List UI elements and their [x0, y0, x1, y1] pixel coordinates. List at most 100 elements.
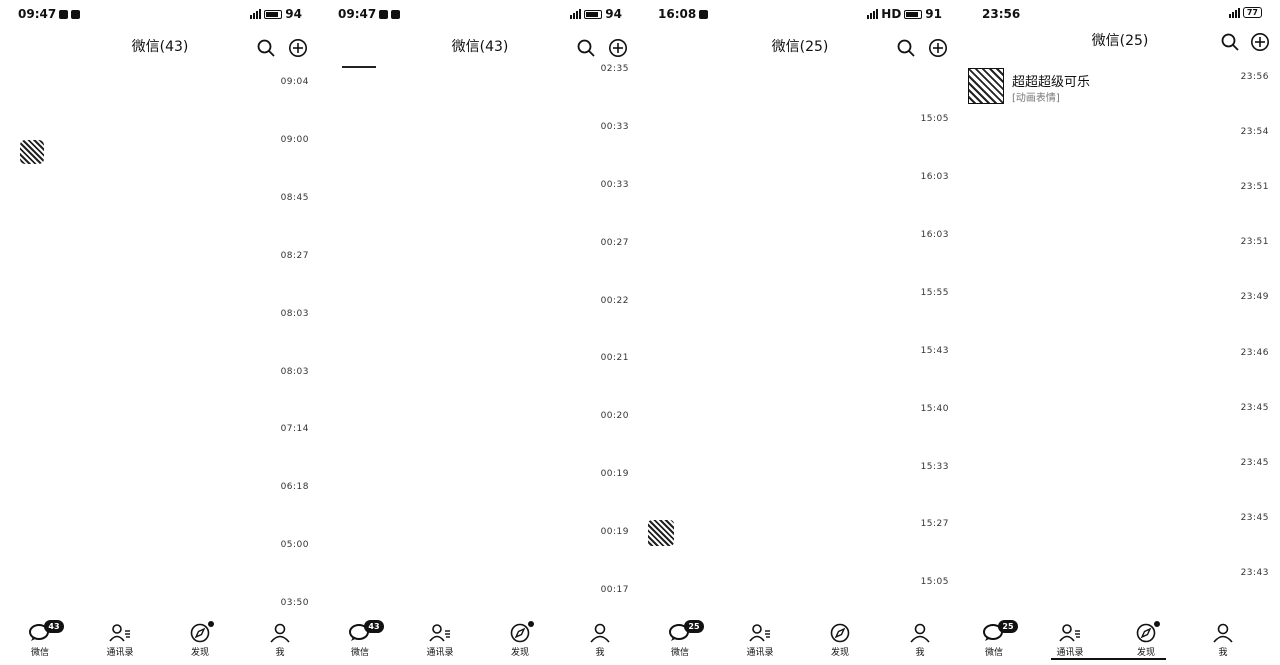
tab-label: 我 [915, 648, 925, 658]
search-icon[interactable] [1220, 32, 1240, 52]
header: 微信(25) [960, 30, 1280, 54]
tab-chats[interactable]: 25 微信 [964, 620, 1024, 658]
chat-time: 08:27 [280, 251, 309, 261]
unread-badge: 43 [364, 620, 384, 633]
chat-time: 16:03 [920, 230, 949, 240]
tab-label: 我 [1218, 648, 1228, 658]
chat-time: 07:14 [280, 424, 309, 434]
tab-contacts[interactable]: 通讯录 [730, 623, 790, 658]
tab-label: 微信 [984, 648, 1003, 658]
chat-time: 23:45 [1240, 403, 1269, 413]
battery-icon [584, 9, 603, 19]
chat-time: 15:55 [920, 288, 949, 298]
person-icon [270, 623, 290, 643]
search-icon[interactable] [896, 38, 916, 58]
tab-contacts[interactable]: 通讯录 [410, 623, 470, 658]
chat-time: 16:03 [920, 172, 949, 182]
add-icon[interactable] [608, 38, 628, 58]
add-icon[interactable] [928, 38, 948, 58]
tab-label: 通讯录 [746, 648, 774, 658]
contacts-icon [109, 624, 130, 642]
chat-time: 23:56 [1240, 72, 1269, 82]
tab-discover[interactable]: 发现 [490, 621, 550, 658]
battery-level: 77 [1242, 7, 1262, 18]
chat-time: 23:45 [1240, 458, 1269, 468]
person-icon [910, 623, 930, 643]
chat-list-item[interactable]: 超超超级可乐 [动画表情] [960, 66, 1280, 110]
status-time: 09:47 [18, 7, 81, 21]
tab-me[interactable]: 我 [570, 623, 630, 658]
chat-time: 23:51 [1240, 182, 1269, 192]
tab-me[interactable]: 我 [1193, 623, 1253, 658]
chat-time: 00:22 [600, 296, 629, 306]
signal-icon [1228, 7, 1240, 18]
chat-time: 15:33 [920, 462, 949, 472]
bottom-tab-bar: 25 微信 通讯录 发现 我 [640, 613, 960, 665]
tab-contacts[interactable]: 通讯录 [90, 623, 150, 658]
new-dot [1154, 621, 1160, 627]
contacts-icon [749, 624, 770, 642]
chat-time: 05:00 [280, 540, 309, 550]
person-icon [1213, 623, 1233, 643]
chat-avatar[interactable] [20, 140, 44, 164]
tab-me[interactable]: 我 [890, 623, 950, 658]
add-icon[interactable] [288, 38, 308, 58]
header: 微信(43) [320, 36, 640, 60]
tab-label: 通讯录 [1056, 648, 1084, 658]
chat-time: 09:04 [280, 77, 309, 87]
search-icon[interactable] [256, 38, 276, 58]
chat-time: 15:40 [920, 404, 949, 414]
tab-label: 微信 [350, 648, 369, 658]
chat-time: 09:00 [280, 135, 309, 145]
phone-screen-4: 23:56 77 微信(25) 超超超级可乐 [动画表情] 23:56 23:5… [960, 0, 1280, 665]
network-label: HD [881, 7, 902, 21]
tab-label: 通讯录 [106, 648, 134, 658]
bottom-tab-bar: 25 微信 通讯录 发现 我 [960, 613, 1280, 665]
chat-time: 23:49 [1240, 292, 1269, 302]
chat-time: 00:19 [600, 469, 629, 479]
new-dot [208, 621, 214, 627]
tab-label: 发现 [510, 648, 529, 658]
tab-discover[interactable]: 发现 [1116, 621, 1176, 658]
tab-discover[interactable]: 发现 [170, 621, 230, 658]
compass-icon [830, 623, 850, 643]
tab-label: 发现 [190, 648, 209, 658]
search-icon[interactable] [576, 38, 596, 58]
unread-badge: 25 [684, 620, 704, 633]
tab-discover[interactable]: 发现 [810, 623, 870, 658]
chat-time: 23:51 [1240, 237, 1269, 247]
tab-chats[interactable]: 43 微信 [330, 620, 390, 658]
chat-time: 08:03 [280, 367, 309, 377]
chat-time: 23:43 [1240, 568, 1269, 578]
tab-me[interactable]: 我 [250, 623, 310, 658]
chat-time: 02:35 [600, 64, 629, 74]
add-icon[interactable] [1250, 32, 1270, 52]
chat-time: 00:33 [600, 180, 629, 190]
unread-badge: 43 [44, 620, 64, 633]
tab-chats[interactable]: 25 微信 [650, 620, 710, 658]
phone-screen-3: 16:08 HD 91 微信(25) 15:05 16:03 16:03 15:… [640, 0, 960, 665]
tab-label: 发现 [830, 648, 849, 658]
tab-chats[interactable]: 43 微信 [10, 620, 70, 658]
contacts-icon [1059, 624, 1080, 642]
chat-time: 08:45 [280, 193, 309, 203]
status-time: 16:08 [658, 7, 709, 21]
chat-time: 00:33 [600, 122, 629, 132]
signal-icon [867, 9, 879, 19]
tab-contacts[interactable]: 通讯录 [1040, 623, 1100, 658]
new-dot [528, 621, 534, 627]
header: 微信(43) [0, 36, 320, 60]
divider-mark [342, 66, 376, 68]
status-bar: 16:08 HD 91 [640, 6, 960, 24]
chat-time: 15:43 [920, 346, 949, 356]
phone-screen-2: 09:47 94 微信(43) 02:35 00:33 00:33 00:27 … [320, 0, 640, 665]
battery-icon [904, 9, 923, 19]
chat-time: 08:03 [280, 309, 309, 319]
status-time: 09:47 [338, 7, 401, 21]
unread-badge: 25 [998, 620, 1018, 633]
chat-time: 15:05 [920, 577, 949, 587]
status-bar: 23:56 77 [960, 6, 1280, 24]
bottom-tab-bar: 43 微信 通讯录 发现 我 [0, 613, 320, 665]
chat-avatar[interactable] [648, 520, 674, 546]
tab-label: 微信 [30, 648, 49, 658]
